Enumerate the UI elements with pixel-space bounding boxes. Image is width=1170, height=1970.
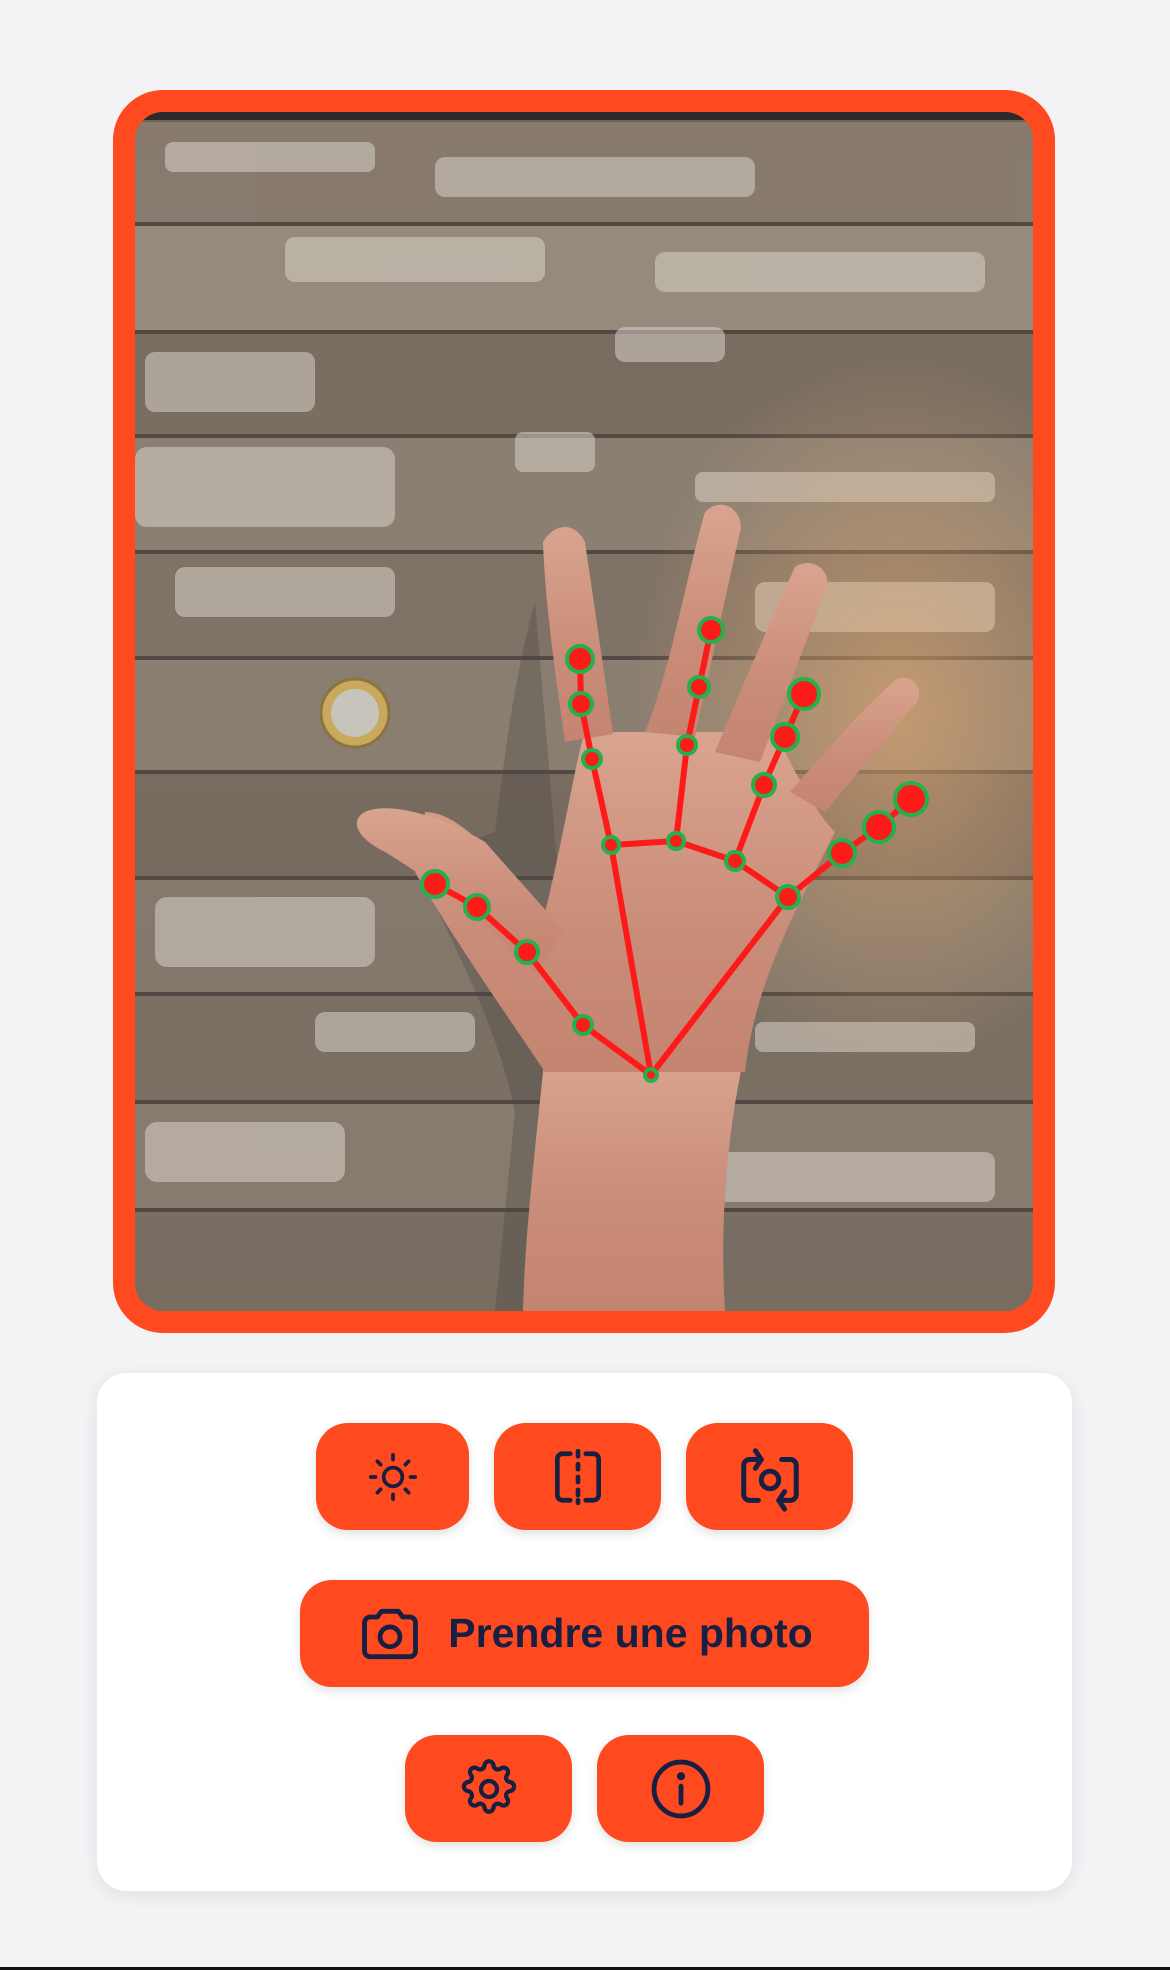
camera-rotate-icon — [740, 1447, 799, 1512]
settings-button[interactable] — [405, 1735, 572, 1842]
camera-frame — [113, 90, 1055, 1333]
gear-icon — [461, 1758, 516, 1814]
flip-horizontal-icon — [554, 1448, 601, 1505]
camera-preview — [135, 112, 1033, 1311]
sun-icon — [368, 1452, 417, 1501]
coin — [319, 677, 391, 749]
switch-camera-button[interactable] — [686, 1423, 853, 1530]
info-icon — [651, 1759, 710, 1818]
brightness-button[interactable] — [316, 1423, 469, 1530]
capture-photo-button[interactable]: Prendre une photo — [300, 1580, 869, 1687]
capture-photo-label: Prendre une photo — [448, 1610, 813, 1656]
camera-image — [135, 112, 1033, 1311]
mirror-button[interactable] — [494, 1423, 661, 1530]
controls-panel: Prendre une photo — [97, 1373, 1072, 1891]
camera-icon — [362, 1608, 419, 1659]
info-button[interactable] — [597, 1735, 764, 1842]
app-screen: Prendre une photo — [0, 0, 1170, 1970]
